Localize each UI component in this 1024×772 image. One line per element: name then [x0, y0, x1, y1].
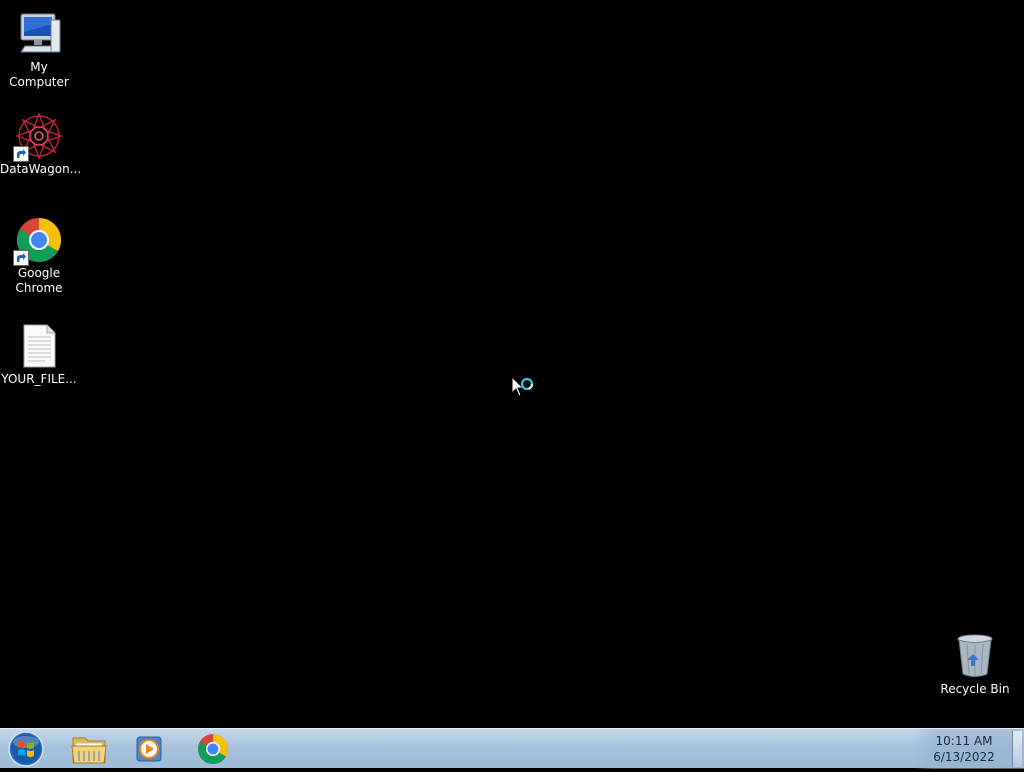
- desktop-icon-datawagon[interactable]: DataWagon...: [0, 112, 82, 177]
- desktop[interactable]: My Computer DataWagon... Google Chrome Y…: [0, 0, 1024, 728]
- clock-time: 10:11 AM: [935, 734, 993, 748]
- desktop-icon-label: YOUR_FILE...: [1, 372, 77, 386]
- show-desktop-button[interactable]: [1012, 731, 1022, 767]
- computer-icon: [15, 10, 63, 58]
- desktop-icon-google-chrome[interactable]: Google Chrome: [0, 216, 78, 296]
- shortcut-arrow-icon: [13, 146, 29, 162]
- desktop-icon-your-file[interactable]: YOUR_FILE...: [0, 322, 78, 387]
- folder-icon: [71, 737, 107, 764]
- windows-logo-icon: [8, 731, 44, 767]
- clock[interactable]: 10:11 AM 6/13/2022: [924, 733, 1004, 765]
- desktop-icon-label: Recycle Bin: [940, 682, 1010, 696]
- desktop-icon-my-computer[interactable]: My Computer: [0, 10, 78, 90]
- chrome-icon: [13, 216, 63, 266]
- taskbar-button-media-player[interactable]: [122, 731, 178, 767]
- clock-date: 6/13/2022: [933, 750, 995, 764]
- chrome-icon: [197, 734, 229, 765]
- taskbar-button-explorer[interactable]: [61, 731, 117, 767]
- taskbar: 10:11 AM 6/13/2022: [0, 728, 1024, 769]
- taskbar-button-chrome[interactable]: [185, 731, 241, 767]
- media-player-icon: [136, 736, 162, 762]
- recycle-bin-icon: [951, 632, 999, 680]
- desktop-icon-recycle-bin[interactable]: Recycle Bin: [936, 632, 1014, 697]
- start-button[interactable]: [4, 730, 48, 768]
- notification-area: 10:11 AM 6/13/2022: [912, 729, 1024, 769]
- busy-cursor-icon: [511, 376, 534, 397]
- desktop-icon-label: Google Chrome: [15, 266, 63, 295]
- datawagon-icon: [13, 112, 63, 162]
- text-file-icon: [15, 322, 63, 370]
- desktop-icon-label: My Computer: [9, 60, 69, 89]
- shortcut-arrow-icon: [13, 250, 29, 266]
- desktop-icon-label: DataWagon...: [0, 162, 82, 176]
